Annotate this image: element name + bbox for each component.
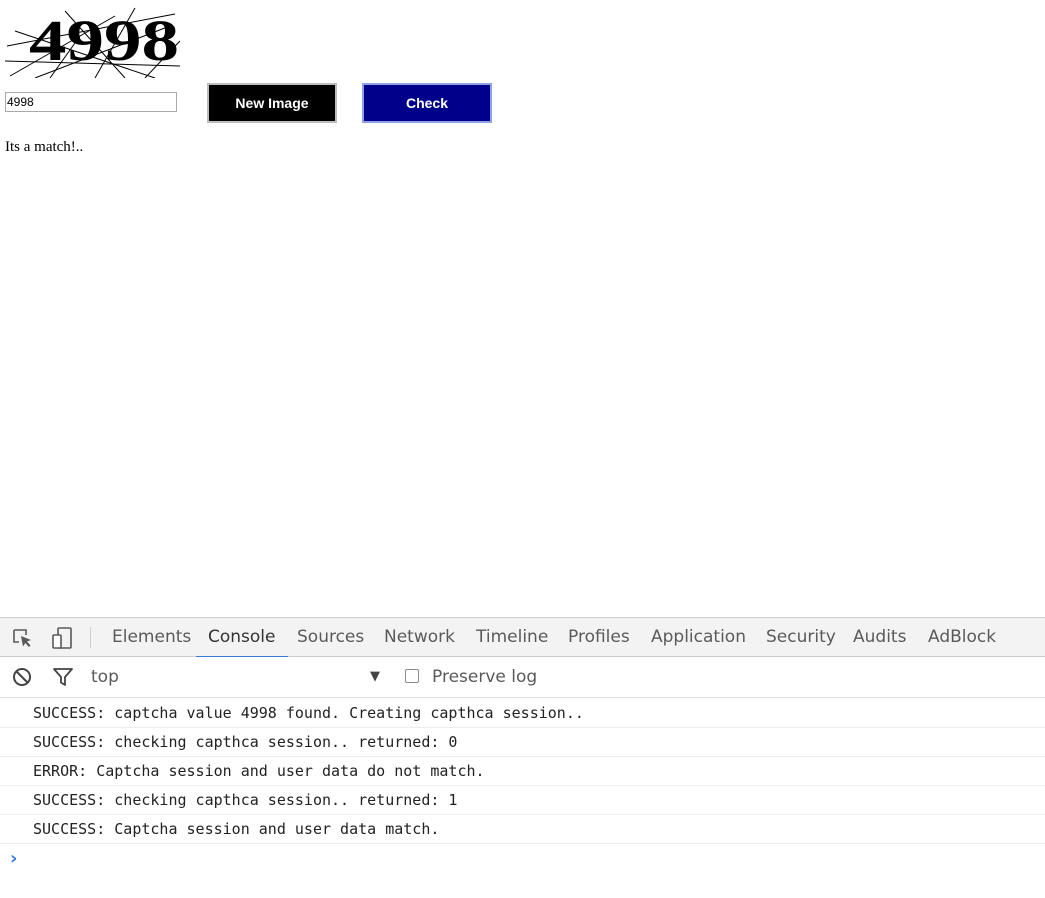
tab-security[interactable]: Security [766,618,836,657]
check-button[interactable]: Check [362,83,492,123]
dropdown-arrow-icon[interactable]: ▼ [370,657,380,697]
tab-audits[interactable]: Audits [853,618,906,657]
device-toolbar-icon[interactable] [50,618,74,657]
inspect-element-icon[interactable] [10,618,34,657]
tab-profiles[interactable]: Profiles [568,618,630,657]
console-filter-bar: top ▼ Preserve log [0,657,1045,698]
toolbar-divider [90,627,91,648]
tab-adblock[interactable]: AdBlock [928,618,996,657]
result-message: Its a match!.. [5,139,84,155]
tab-timeline[interactable]: Timeline [476,618,548,657]
console-message: SUCCESS: captcha value 4998 found. Creat… [0,699,1045,728]
console-messages: SUCCESS: captcha value 4998 found. Creat… [0,699,1045,844]
console-message: SUCCESS: Captcha session and user data m… [0,815,1045,844]
tab-sources[interactable]: Sources [297,618,364,657]
preserve-log-checkbox[interactable] [405,669,419,683]
tab-network[interactable]: Network [384,618,455,657]
new-image-button[interactable]: New Image [207,83,337,123]
tab-application[interactable]: Application [651,618,746,657]
tab-elements[interactable]: Elements [112,618,191,657]
devtools-toolbar: Elements Console Sources Network Timelin… [0,617,1045,658]
filter-icon[interactable] [51,657,75,697]
console-message: SUCCESS: checking capthca session.. retu… [0,728,1045,757]
tab-console[interactable]: Console [196,618,287,658]
preserve-log-label[interactable]: Preserve log [432,657,537,697]
console-prompt-icon[interactable]: › [10,848,17,869]
captcha-text: 4998 [29,8,179,73]
captcha-image: 4998 [5,7,180,78]
devtools-panel: Elements Console Sources Network Timelin… [0,617,1045,898]
captcha-answer-input[interactable] [5,92,177,112]
console-message: SUCCESS: checking capthca session.. retu… [0,786,1045,815]
console-message: ERROR: Captcha session and user data do … [0,757,1045,786]
clear-console-icon[interactable] [10,657,34,697]
execution-context-select[interactable]: top [91,657,119,697]
